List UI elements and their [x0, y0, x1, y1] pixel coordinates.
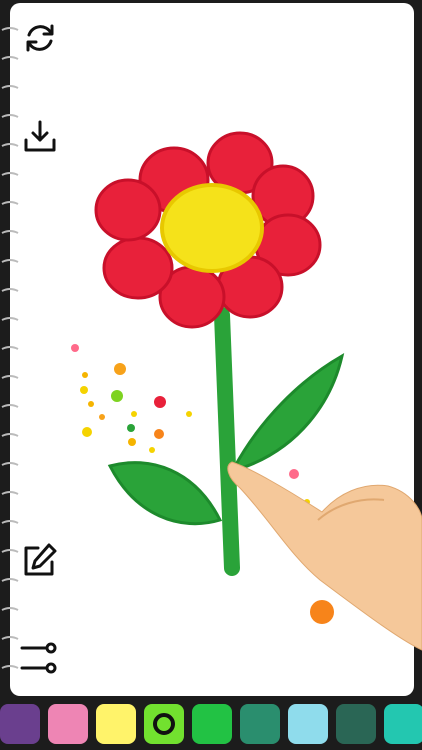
refresh-icon [26, 24, 54, 52]
color-swatch-7[interactable] [288, 704, 328, 744]
color-swatch-2[interactable] [48, 704, 88, 744]
download-button[interactable] [20, 116, 60, 156]
color-swatch-3[interactable] [96, 704, 136, 744]
brush-size-icon [20, 642, 57, 674]
color-palette [0, 698, 422, 750]
color-swatch-6[interactable] [240, 704, 280, 744]
color-swatch-9[interactable] [384, 704, 422, 744]
flower-drawing [71, 131, 422, 651]
brush-size-button[interactable] [20, 632, 60, 680]
right-leaf [232, 353, 345, 472]
selected-indicator [153, 713, 175, 735]
paint-dots [71, 344, 334, 624]
edit-icon [24, 543, 57, 576]
color-swatch-8[interactable] [336, 704, 376, 744]
color-swatch-1[interactable] [0, 704, 40, 744]
flower-stem [214, 307, 240, 576]
edit-button[interactable] [20, 540, 60, 580]
color-swatch-4[interactable] [144, 704, 184, 744]
color-swatch-5[interactable] [192, 704, 232, 744]
refresh-button[interactable] [20, 18, 60, 58]
flower-center [160, 183, 264, 273]
left-leaf [107, 461, 223, 526]
download-icon [24, 120, 56, 152]
